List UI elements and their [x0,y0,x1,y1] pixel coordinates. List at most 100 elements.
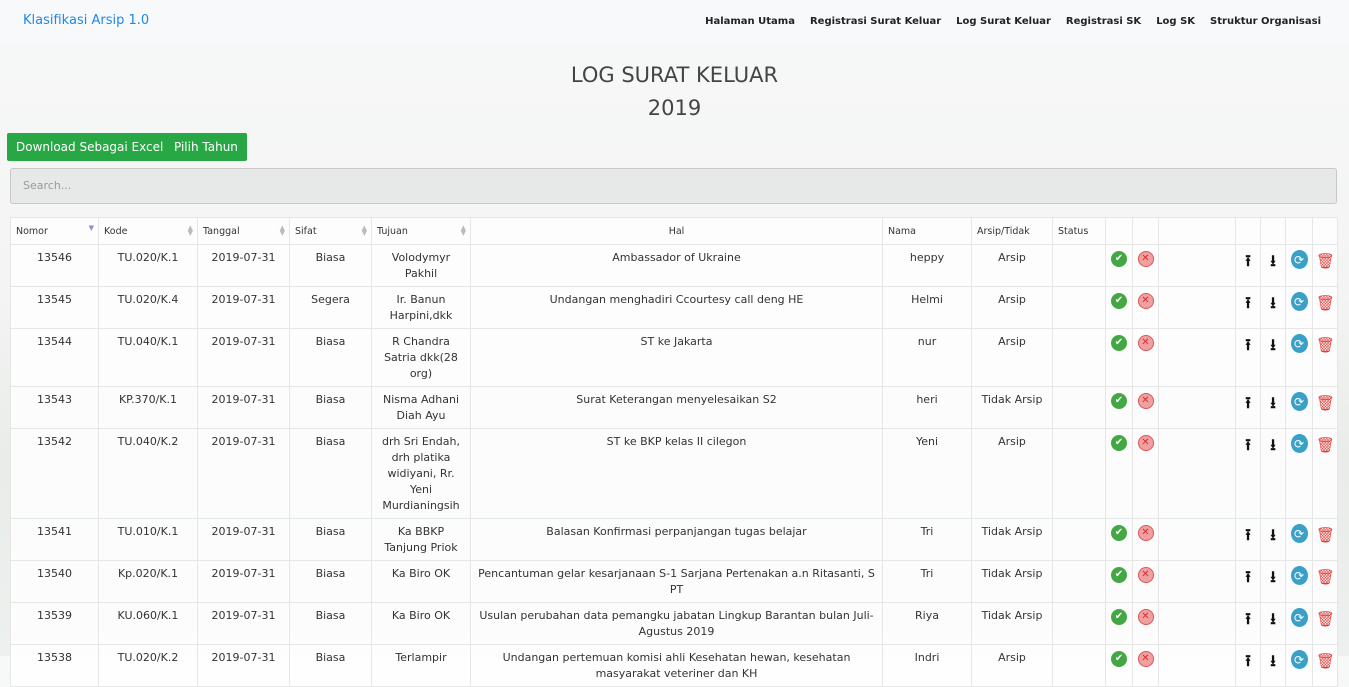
refresh-icon[interactable]: ⟳ [1290,334,1308,353]
cell-download: ⭳ [1260,244,1286,287]
nav-log-sk[interactable]: Log SK [1156,16,1195,27]
download-icon[interactable]: ⭳ [1270,334,1276,354]
download-icon[interactable]: ⭳ [1270,524,1276,544]
nav-struktur-organisasi[interactable]: Struktur Organisasi [1210,16,1321,27]
trash-icon[interactable]: 🗑 [1316,292,1335,312]
trash-icon[interactable]: 🗑 [1316,524,1335,544]
table-header-row: Nomor ▼ Kode ▲ ▼ Tanggal ▲ ▼ Sifat ▲ ▼ Tujuan ▲ ▼… [10,217,1338,245]
upload-icon[interactable]: ⭱ [1245,434,1251,454]
download-icon[interactable]: ⭳ [1270,392,1276,412]
x-circle-icon[interactable]: ✕ [1137,525,1154,541]
cell-tanggal: 2019-07-31 [197,386,290,429]
download-icon[interactable]: ⭳ [1270,566,1276,586]
check-circle-icon[interactable]: ✔ [1111,651,1127,667]
cell-delete: 🗑 [1312,602,1338,645]
check-circle-icon[interactable]: ✔ [1111,393,1127,409]
col-tujuan[interactable]: Tujuan ▲ ▼ [371,217,471,245]
download-icon[interactable]: ⭳ [1270,650,1276,670]
upload-icon[interactable]: ⭱ [1245,392,1251,412]
cell-arsip: Tidak Arsip [971,560,1053,603]
cell-kode: TU.020/K.4 [98,286,198,329]
col-sifat[interactable]: Sifat ▲ ▼ [289,217,372,245]
trash-icon[interactable]: 🗑 [1316,566,1335,586]
refresh-icon[interactable]: ⟳ [1290,292,1308,311]
cell-hal: ST ke Jakarta [470,328,883,387]
cell-sifat: Biasa [289,386,372,429]
download-icon[interactable]: ⭳ [1270,292,1276,312]
cell-kode: Kp.020/K.1 [98,560,198,603]
cell-delete: 🗑 [1312,244,1338,287]
refresh-icon[interactable]: ⟳ [1290,392,1308,411]
col-arsip[interactable]: Arsip/Tidak [971,217,1053,245]
col-hal[interactable]: Hal [470,217,883,245]
check-circle-icon[interactable]: ✔ [1111,251,1127,267]
trash-icon[interactable]: 🗑 [1316,250,1335,270]
upload-icon[interactable]: ⭱ [1245,566,1251,586]
check-circle-icon[interactable]: ✔ [1111,567,1127,583]
cell-approve: ✔ [1105,386,1133,429]
trash-icon[interactable]: 🗑 [1316,334,1335,354]
cell-approve: ✔ [1105,602,1133,645]
col-nomor[interactable]: Nomor ▼ [10,217,99,245]
check-circle-icon[interactable]: ✔ [1111,525,1127,541]
x-circle-icon[interactable]: ✕ [1137,651,1154,667]
cell-upload: ⭱ [1235,602,1261,645]
cell-kode: TU.040/K.1 [98,328,198,387]
upload-icon[interactable]: ⭱ [1245,608,1251,628]
search-input[interactable]: Search... [10,168,1337,204]
upload-icon[interactable]: ⭱ [1245,650,1251,670]
trash-icon[interactable]: 🗑 [1316,608,1335,628]
trash-icon[interactable]: 🗑 [1316,434,1335,454]
cell-nomor: 13544 [10,328,99,387]
cell-delete: 🗑 [1312,518,1338,561]
refresh-icon[interactable]: ⟳ [1290,566,1308,585]
x-circle-icon[interactable]: ✕ [1137,251,1154,267]
cell-status [1052,386,1106,429]
check-circle-icon[interactable]: ✔ [1111,293,1127,309]
x-circle-icon[interactable]: ✕ [1137,567,1154,583]
upload-icon[interactable]: ⭱ [1245,292,1251,312]
cell-hal: Pencantuman gelar kesarjanaan S-1 Sarjan… [470,560,883,603]
x-circle-icon[interactable]: ✕ [1137,335,1154,351]
cell-download: ⭳ [1260,286,1286,329]
refresh-icon[interactable]: ⟳ [1290,250,1308,269]
brand-link[interactable]: Klasifikasi Arsip 1.0 [23,13,149,28]
refresh-icon[interactable]: ⟳ [1290,524,1308,543]
refresh-icon[interactable]: ⟳ [1290,650,1308,669]
col-kode[interactable]: Kode ▲ ▼ [98,217,198,245]
nav-registrasi-surat-keluar[interactable]: Registrasi Surat Keluar [810,16,941,27]
cell-status [1052,428,1106,519]
upload-icon[interactable]: ⭱ [1245,334,1251,354]
page-year: 2019 [647,96,702,120]
cell-status [1052,518,1106,561]
x-circle-icon[interactable]: ✕ [1137,293,1154,309]
nav-halaman-utama[interactable]: Halaman Utama [705,16,795,27]
col-nama[interactable]: Nama [882,217,972,245]
trash-icon[interactable]: 🗑 [1316,392,1335,412]
pilih-tahun-button[interactable]: Pilih Tahun [165,133,247,161]
cell-sifat: Biasa [289,518,372,561]
check-circle-icon[interactable]: ✔ [1111,609,1127,625]
download-icon[interactable]: ⭳ [1270,434,1276,454]
download-icon[interactable]: ⭳ [1270,250,1276,270]
download-excel-button[interactable]: Download Sebagai Excel [7,133,173,161]
nav-log-surat-keluar[interactable]: Log Surat Keluar [956,16,1051,27]
upload-icon[interactable]: ⭱ [1245,524,1251,544]
x-circle-icon[interactable]: ✕ [1137,393,1154,409]
nav-registrasi-sk[interactable]: Registrasi SK [1066,16,1141,27]
sort-icon: ▲ ▼ [279,224,285,237]
trash-icon[interactable]: 🗑 [1316,650,1335,670]
check-circle-icon[interactable]: ✔ [1111,435,1127,451]
check-circle-icon[interactable]: ✔ [1111,335,1127,351]
x-circle-icon[interactable]: ✕ [1137,435,1154,451]
col-status[interactable]: Status [1052,217,1106,245]
col-tanggal[interactable]: Tanggal ▲ ▼ [197,217,290,245]
refresh-icon[interactable]: ⟳ [1290,434,1308,453]
refresh-icon[interactable]: ⟳ [1290,608,1308,627]
x-circle-icon[interactable]: ✕ [1137,609,1154,625]
upload-icon[interactable]: ⭱ [1245,250,1251,270]
cell-nomor: 13545 [10,286,99,329]
table-row: 13546 TU.020/K.1 2019-07-31 Biasa Volodymyr … [10,244,1338,287]
cell-tujuan: Terlampir [371,644,471,687]
download-icon[interactable]: ⭳ [1270,608,1276,628]
